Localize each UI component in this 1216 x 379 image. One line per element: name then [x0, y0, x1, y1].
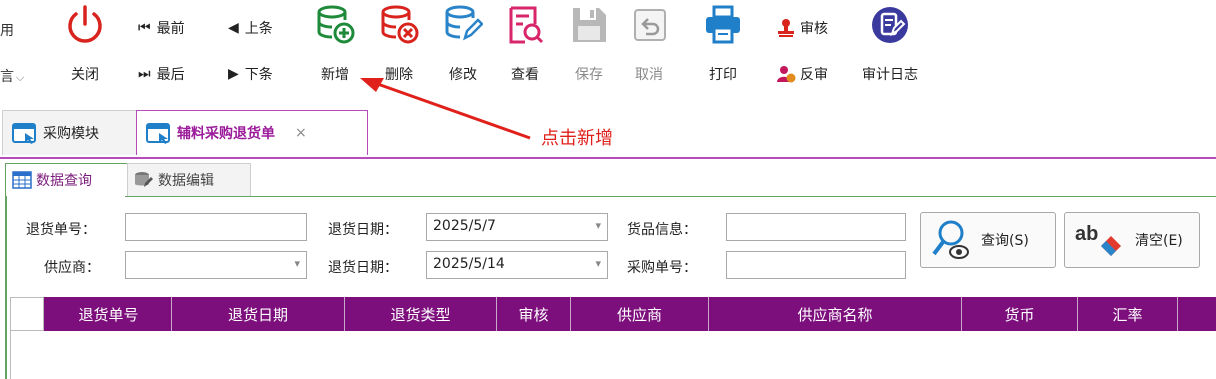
table-icon — [12, 171, 32, 189]
unapprove-label: 反审 — [800, 67, 828, 83]
window-icon — [146, 123, 170, 144]
user-undo-icon — [777, 66, 796, 83]
database-delete-icon — [381, 5, 419, 44]
document-search-icon — [509, 6, 544, 44]
supplier-select[interactable]: ▾ — [125, 251, 307, 279]
toolbar-edge-label-bottom[interactable]: 言 ⌵ — [0, 66, 24, 86]
col-exchange-rate[interactable]: 汇率 — [1078, 297, 1178, 331]
chevron-down-icon: ⌵ — [16, 71, 25, 84]
return-date-to-picker[interactable]: 2025/5/14 ▾ — [426, 251, 608, 279]
tab-data-query[interactable]: 数据查询 — [5, 163, 133, 196]
audit-log-label: 审计日志 — [862, 67, 918, 83]
purchase-no-label: 采购单号： — [627, 260, 697, 276]
return-date-to-value: 2025/5/14 — [433, 256, 505, 272]
database-edit-icon — [445, 5, 483, 41]
clear-button[interactable]: ab 清空(E) — [1064, 212, 1200, 268]
window-icon — [12, 123, 36, 144]
stamp-icon — [778, 19, 794, 37]
first-icon: ⏮ — [138, 20, 151, 36]
chevron-down-icon: ▾ — [294, 257, 300, 270]
col-return-no[interactable]: 退货单号 — [46, 297, 172, 331]
return-date-from-picker[interactable]: 2025/5/7 ▾ — [426, 213, 608, 241]
tab-purchase-module[interactable]: 采购模块 — [2, 110, 142, 155]
subtab-underline — [125, 196, 1216, 197]
col-supplier-name[interactable]: 供应商名称 — [709, 297, 962, 331]
tab-data-edit[interactable]: 数据编辑 — [127, 163, 251, 196]
col-currency[interactable]: 货币 — [962, 297, 1078, 331]
close-tab-icon[interactable]: × — [295, 125, 307, 141]
audit-log-button[interactable]: 审计日志 — [858, 4, 922, 88]
grid-body[interactable] — [10, 331, 1216, 379]
tab-purchase-module-label: 采购模块 — [43, 126, 99, 142]
close-label: 关闭 — [71, 67, 99, 83]
cancel-label: 取消 — [635, 67, 663, 83]
chevron-down-icon: ▾ — [595, 257, 601, 270]
unapprove-button[interactable]: 反审 — [776, 64, 828, 84]
tab-return-order[interactable]: 辅料采购退货单 × — [136, 110, 368, 155]
clear-button-label: 清空(E) — [1135, 233, 1183, 249]
save-button[interactable]: 保存 — [564, 4, 614, 88]
toolbar-edge-label-top: 用 — [0, 23, 14, 39]
approve-button[interactable]: 审核 — [776, 18, 828, 38]
supplier-label: 供应商： — [44, 260, 100, 276]
return-date-from-value: 2025/5/7 — [433, 218, 496, 234]
last-record-button[interactable]: ⏭ 最后 — [138, 64, 185, 84]
goods-info-label: 货品信息： — [627, 222, 697, 238]
next-icon: ▶ — [228, 66, 239, 82]
chevron-down-icon: ▾ — [595, 219, 601, 232]
undo-icon — [634, 9, 666, 41]
col-approve[interactable]: 审核 — [497, 297, 571, 331]
svg-text:ab: ab — [1075, 223, 1098, 245]
print-label: 打印 — [709, 67, 737, 83]
tab-data-edit-label: 数据编辑 — [158, 173, 214, 189]
grid-header: 退货单号 退货日期 退货类型 审核 供应商 供应商名称 货币 汇率 — [10, 297, 1216, 331]
prev-icon: ◀ — [228, 20, 239, 36]
return-no-input[interactable] — [125, 213, 307, 241]
panel-left-border — [5, 196, 7, 379]
prev-record-button[interactable]: ◀ 上条 — [228, 18, 273, 38]
goods-info-input[interactable] — [726, 213, 906, 241]
grid-corner[interactable] — [10, 297, 44, 331]
col-return-type[interactable]: 退货类型 — [345, 297, 497, 331]
col-supplier[interactable]: 供应商 — [571, 297, 709, 331]
approve-label: 审核 — [800, 21, 828, 37]
database-edit-icon — [135, 172, 153, 187]
search-user-icon — [932, 220, 969, 259]
first-record-button[interactable]: ⏮ 最前 — [138, 18, 185, 38]
return-no-label: 退货单号： — [26, 222, 96, 238]
printer-icon — [706, 5, 740, 44]
audit-log-icon — [872, 7, 908, 43]
next-record-button[interactable]: ▶ 下条 — [228, 64, 273, 84]
purchase-no-input[interactable] — [726, 251, 906, 279]
save-label: 保存 — [575, 67, 603, 83]
print-button[interactable]: 打印 — [698, 4, 748, 88]
tab-underline — [0, 157, 1216, 159]
eraser-icon: ab — [1075, 223, 1121, 256]
close-button[interactable]: 关闭 — [60, 4, 110, 88]
return-date-to-label: 退货日期： — [328, 260, 398, 276]
query-button-label: 查询(S) — [981, 233, 1029, 249]
power-icon — [68, 5, 102, 43]
annotation-callout: 点击新增 — [541, 128, 613, 149]
database-add-icon — [317, 5, 355, 44]
col-return-date[interactable]: 退货日期 — [172, 297, 345, 331]
floppy-disk-icon — [573, 8, 606, 42]
toolbar: 用 言 ⌵ 关闭 ⏮ 最前 ◀ 上条 ⏭ 最后 ▶ 下条 新增 删除 修改 查看… — [0, 0, 1216, 104]
return-date-from-label: 退货日期： — [328, 222, 398, 238]
last-icon: ⏭ — [138, 66, 151, 82]
cancel-button[interactable]: 取消 — [624, 4, 674, 88]
tab-return-order-label: 辅料采购退货单 — [177, 126, 275, 142]
tab-data-query-label: 数据查询 — [36, 173, 92, 189]
query-button[interactable]: 查询(S) — [920, 212, 1056, 268]
